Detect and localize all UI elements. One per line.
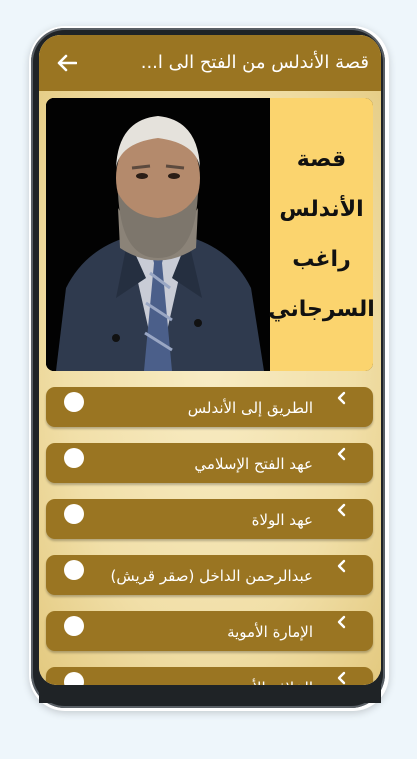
banner-line-1: قصة bbox=[296, 146, 347, 172]
bullet-icon bbox=[64, 392, 84, 412]
chapter-item[interactable]: عهد الولاة bbox=[46, 499, 373, 539]
chevron-left-icon bbox=[337, 671, 346, 685]
author-photo bbox=[46, 98, 270, 371]
banner-line-2: الأندلس bbox=[279, 196, 364, 222]
chapter-item[interactable]: عبدالرحمن الداخل (صقر قريش) bbox=[46, 555, 373, 595]
chapter-label: عهد الفتح الإسلامي bbox=[194, 455, 313, 473]
toolbar: قصة الأندلس من الفتح الى ا... bbox=[39, 35, 381, 91]
app-screen: قصة الأندلس من الفتح الى ا... قصة الأندل… bbox=[39, 35, 381, 685]
banner-line-4: السرجاني bbox=[268, 296, 373, 322]
chapter-label: الطريق إلى الأندلس bbox=[187, 399, 313, 417]
chevron-left-icon bbox=[337, 559, 346, 573]
chapter-item[interactable]: عهد الفتح الإسلامي bbox=[46, 443, 373, 483]
chapter-label: عبدالرحمن الداخل (صقر قريش) bbox=[110, 567, 314, 585]
chevron-left-icon bbox=[337, 503, 346, 517]
bullet-icon bbox=[64, 448, 84, 468]
book-banner: قصة الأندلس راغب السرجاني bbox=[46, 98, 373, 371]
chevron-left-icon bbox=[337, 391, 346, 405]
banner-title-panel: قصة الأندلس راغب السرجاني bbox=[268, 98, 373, 371]
device-bottom-bezel bbox=[39, 685, 381, 703]
bullet-icon bbox=[64, 672, 84, 685]
bullet-icon bbox=[64, 560, 84, 580]
chapter-label: الخلافة الأموية bbox=[225, 677, 313, 685]
bullet-icon bbox=[64, 504, 84, 524]
chevron-left-icon bbox=[337, 447, 346, 461]
bullet-icon bbox=[64, 616, 84, 636]
chevron-left-icon bbox=[337, 615, 346, 629]
back-button[interactable] bbox=[53, 49, 81, 77]
arrow-left-icon bbox=[57, 54, 77, 72]
chapter-label: الإمارة الأموية bbox=[227, 623, 313, 641]
chapter-label: عهد الولاة bbox=[251, 511, 313, 529]
chapter-item[interactable]: الإمارة الأموية bbox=[46, 611, 373, 651]
page-title: قصة الأندلس من الفتح الى ا... bbox=[140, 52, 369, 73]
chapter-item[interactable]: الطريق إلى الأندلس bbox=[46, 387, 373, 427]
chapter-item[interactable]: الخلافة الأموية bbox=[46, 667, 373, 685]
banner-line-3: راغب bbox=[292, 246, 351, 272]
